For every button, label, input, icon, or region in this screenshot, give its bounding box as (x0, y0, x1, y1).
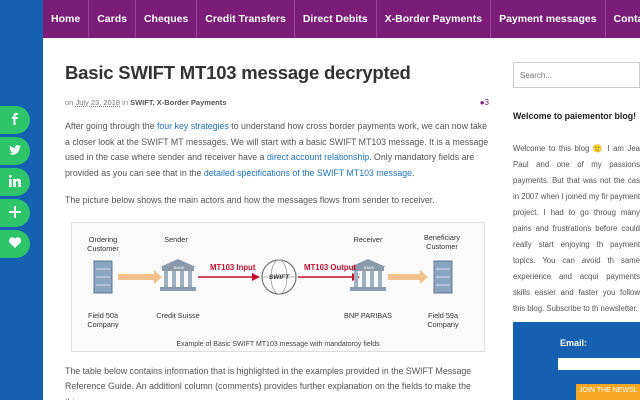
strategies-link[interactable]: four key strategies (157, 121, 229, 131)
favorite-button[interactable] (0, 230, 30, 258)
newsletter-signup: Email: JOIN THE NEWSL (513, 322, 640, 400)
table-intro-paragraph: The table below contains information tha… (65, 365, 472, 400)
heart-icon (9, 236, 21, 252)
picture-intro-paragraph: The picture below shows the main actors … (65, 195, 435, 205)
post-date[interactable]: July 23, 2018 (75, 98, 120, 107)
welcome-text: Welcome to this blog 🙂 I am Jea Paul and… (513, 144, 640, 313)
twitter-icon (9, 144, 21, 159)
nav-credit-transfers[interactable]: Credit Transfers (197, 0, 295, 38)
receiver-bank-label: BANK (363, 264, 375, 270)
welcome-title: Welcome to paiementor blog! (513, 111, 637, 121)
intro-paragraph: After going through the four key strateg… (65, 119, 489, 181)
email-field[interactable] (558, 358, 640, 370)
post-title: Basic SWIFT MT103 message decrypted (65, 62, 411, 83)
join-newsletter-button[interactable]: JOIN THE NEWSL (576, 384, 640, 400)
mt103-spec-link[interactable]: detailed specifications of the SWIFT MT1… (204, 168, 412, 178)
beneficiary-server-icon (433, 260, 453, 293)
main-nav: Home Cards Cheques Credit Transfers Dire… (43, 0, 640, 38)
comments-link[interactable]: ●3 (480, 98, 489, 107)
field-59a-label: Field 59a Company (427, 310, 459, 329)
meta-in: in (122, 98, 128, 107)
nav-home[interactable]: Home (43, 0, 90, 38)
credit-suisse-label: Credit Suisse (156, 310, 200, 320)
more-share-button[interactable] (0, 199, 30, 227)
facebook-share-button[interactable] (0, 106, 30, 134)
direct-account-link[interactable]: direct account relationship (267, 152, 369, 162)
swift-label: SWIFT (268, 273, 290, 281)
field-50a-label: Field 50a Company (87, 310, 119, 329)
post-categories[interactable]: SWIFT, X-Border Payments (130, 98, 226, 107)
nav-x-border-payments[interactable]: X-Border Payments (377, 0, 492, 38)
facebook-icon (9, 112, 21, 128)
social-share-bar (0, 106, 30, 261)
nav-cheques[interactable]: Cheques (136, 0, 198, 38)
bnp-paribas-label: BNP PARIBAS (344, 310, 392, 320)
sender-bank-label: BANK (173, 264, 185, 270)
post-meta: on July 23, 2018 in SWIFT, X-Border Paym… (65, 98, 489, 107)
search-input[interactable] (513, 62, 640, 88)
linkedin-icon (9, 174, 21, 190)
nav-contact[interactable]: Contact (606, 0, 640, 38)
sidebar: Welcome to paiementor blog! Welcome to t… (513, 62, 640, 317)
post-content: Basic SWIFT MT103 message decrypted on J… (65, 62, 489, 400)
ordering-customer-server-icon (93, 260, 113, 293)
email-label: Email: (560, 338, 588, 348)
twitter-share-button[interactable] (0, 137, 30, 165)
nav-direct-debits[interactable]: Direct Debits (295, 0, 377, 38)
p1-text-a: After going through the (65, 121, 157, 131)
nav-payment-messages[interactable]: Payment messages (491, 0, 606, 38)
mt103-flow-diagram: Ordering Customer Sender Receiver Benefi… (71, 221, 485, 352)
flow-graphic (93, 258, 453, 295)
mt103-input-label: MT103 Input (210, 262, 256, 272)
plus-icon (9, 205, 21, 221)
comment-count: 3 (484, 98, 489, 107)
meta-on: on (65, 98, 74, 107)
nav-cards[interactable]: Cards (89, 0, 136, 38)
figure-caption: Example of Basic SWIFT MT103 message wit… (176, 340, 380, 348)
linkedin-share-button[interactable] (0, 168, 30, 196)
p1-text-d: . (412, 167, 415, 178)
mt103-output-label: MT103 Output (304, 262, 356, 272)
